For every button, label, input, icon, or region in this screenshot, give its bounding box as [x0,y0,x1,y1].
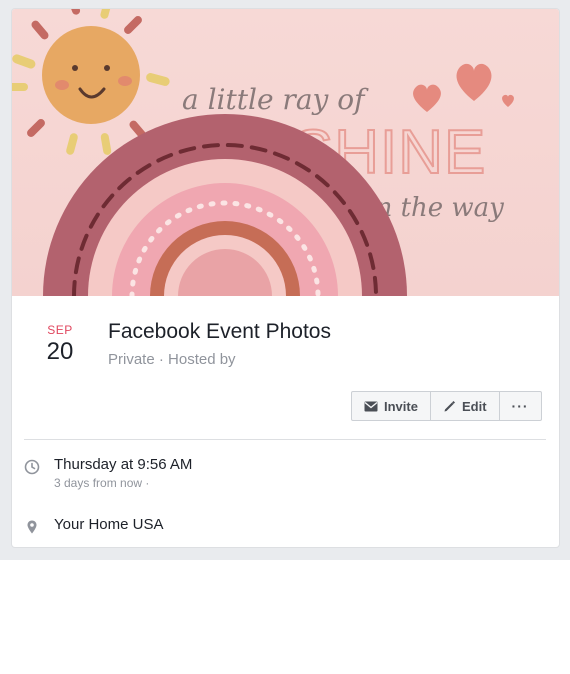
event-privacy-host: Private · Hosted by [108,351,236,368]
event-cover-photo[interactable]: a little ray of SUNSHINE is on the way [12,9,559,296]
cover-script-line1: a little ray of [182,83,369,116]
sun-icon [42,26,140,124]
event-location-row: Your Home USA [24,516,164,535]
hearts-decoration [413,63,514,112]
event-relative-time: 3 days from now · [54,476,150,490]
clock-icon [24,459,40,475]
event-actions: Invite Edit ··· [351,391,542,421]
event-month: SEP [47,323,73,337]
more-icon: ··· [511,398,529,414]
event-date: SEP 20 [40,323,80,366]
edit-button[interactable]: Edit [431,392,500,420]
pencil-icon [443,400,456,413]
envelope-icon [364,401,378,412]
location-pin-icon [24,519,40,535]
cover-illustration: a little ray of SUNSHINE is on the way [12,9,514,296]
event-location[interactable]: Your Home USA [54,516,164,533]
invite-label: Invite [384,398,418,414]
edit-label: Edit [461,398,487,414]
event-time[interactable]: Thursday at 9:56 AM [54,456,192,473]
more-options-button[interactable]: ··· [500,392,541,420]
section-divider [24,439,546,440]
invite-button[interactable]: Invite [352,392,431,420]
event-day: 20 [46,338,74,365]
event-card: a little ray of SUNSHINE is on the way S… [12,9,559,547]
event-title[interactable]: Facebook Event Photos [108,320,331,344]
event-time-row: Thursday at 9:56 AM 3 days from now · [24,456,192,490]
